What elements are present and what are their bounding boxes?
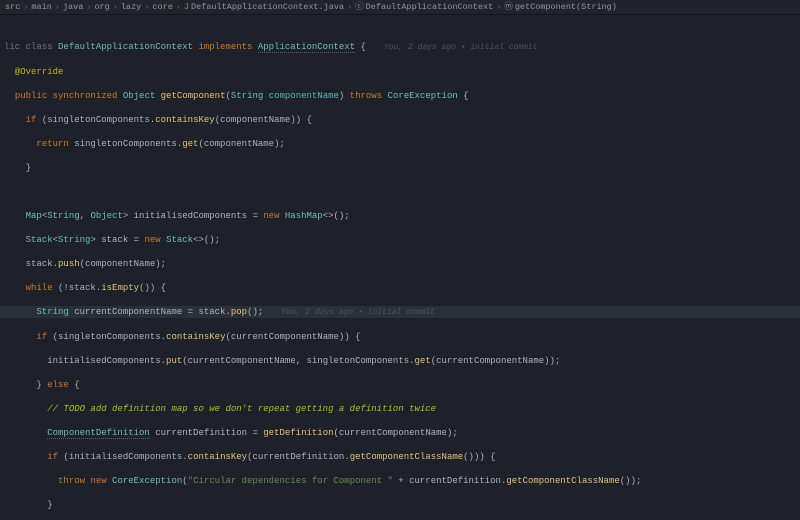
crumb-file[interactable]: JDefaultApplicationContext.java	[183, 1, 345, 13]
crumb-folder[interactable]: main	[30, 1, 52, 13]
git-blame-inline: You, 2 days ago • initial commit	[263, 308, 435, 317]
crumb-folder[interactable]: core	[151, 1, 173, 13]
breadcrumbs: src› main› java› org› lazy› core› JDefau…	[0, 0, 800, 15]
code-line: String currentComponentName = stack.pop(…	[4, 306, 796, 319]
code-line: if (initialisedComponents.containsKey(cu…	[4, 451, 796, 463]
crumb-folder[interactable]: lazy	[120, 1, 142, 13]
code-line: } else {	[4, 379, 796, 391]
crumb-folder[interactable]: org	[93, 1, 110, 13]
code-line: while (!stack.isEmpty()) {	[4, 282, 796, 294]
code-line: throw new CoreException("Circular depend…	[4, 475, 796, 487]
chevron-right-icon: ›	[345, 1, 354, 13]
code-line: lic class DefaultApplicationContext impl…	[4, 41, 796, 54]
code-line: if (singletonComponents.containsKey(comp…	[4, 114, 796, 126]
code-line: initialisedComponents.put(currentCompone…	[4, 355, 796, 367]
code-line: stack.push(componentName);	[4, 258, 796, 270]
code-line: return singletonComponents.get(component…	[4, 138, 796, 150]
method-icon: ⓜ	[504, 2, 513, 12]
chevron-right-icon: ›	[142, 1, 151, 13]
crumb-class[interactable]: ⓒDefaultApplicationContext	[354, 1, 494, 13]
code-line: @Override	[4, 66, 796, 78]
git-blame-inline: You, 2 days ago • initial commit	[366, 43, 538, 52]
code-line: ComponentDefinition currentDefinition = …	[4, 427, 796, 439]
code-line: if (singletonComponents.containsKey(curr…	[4, 331, 796, 343]
code-line	[4, 186, 796, 198]
java-file-icon: J	[184, 2, 189, 12]
code-line: }	[4, 162, 796, 174]
chevron-right-icon: ›	[21, 1, 30, 13]
code-editor[interactable]: lic class DefaultApplicationContext impl…	[0, 15, 800, 520]
code-line: Stack<String> stack = new Stack<>();	[4, 234, 796, 246]
chevron-right-icon: ›	[84, 1, 93, 13]
crumb-method[interactable]: ⓜgetComponent(String)	[503, 1, 618, 13]
class-icon: ⓒ	[355, 2, 364, 12]
code-line: Map<String, Object> initialisedComponent…	[4, 210, 796, 222]
chevron-right-icon: ›	[111, 1, 120, 13]
crumb-folder[interactable]: java	[62, 1, 84, 13]
chevron-right-icon: ›	[53, 1, 62, 13]
code-line: public synchronized Object getComponent(…	[4, 90, 796, 102]
crumb-folder[interactable]: src	[4, 1, 21, 13]
code-line: // TODO add definition map so we don't r…	[4, 403, 796, 415]
code-line: }	[4, 499, 796, 511]
chevron-right-icon: ›	[174, 1, 183, 13]
chevron-right-icon: ›	[494, 1, 503, 13]
